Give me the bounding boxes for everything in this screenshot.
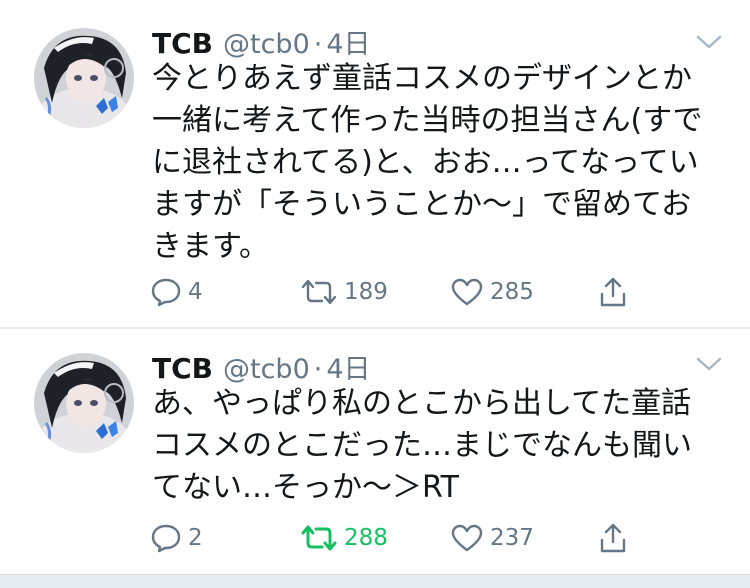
timeline-bottom-gap — [0, 574, 750, 588]
like-button[interactable]: 237 — [450, 520, 534, 556]
like-icon — [450, 277, 484, 307]
tweet-header: TCB @tcb0 · 4日 — [152, 347, 371, 385]
separator-dot: · — [313, 29, 323, 60]
like-count: 237 — [490, 525, 534, 551]
like-count: 285 — [490, 279, 534, 305]
share-icon — [598, 276, 628, 308]
share-button[interactable] — [598, 274, 628, 310]
tweet[interactable]: TCB @tcb0 · 4日 あ、やっぱり私のとこから出してた童話コスメのとこだ… — [0, 329, 750, 574]
share-icon — [598, 522, 628, 554]
share-button[interactable] — [598, 520, 628, 556]
timestamp[interactable]: 4日 — [326, 347, 370, 386]
like-button[interactable]: 285 — [450, 274, 534, 310]
retweet-count: 189 — [344, 279, 388, 305]
reply-count: 2 — [188, 525, 203, 551]
reply-icon — [150, 523, 182, 553]
chevron-down-icon[interactable] — [696, 34, 722, 50]
reply-icon — [150, 277, 182, 307]
user-handle[interactable]: @tcb0 — [223, 29, 310, 60]
reply-button[interactable]: 4 — [150, 274, 203, 310]
retweet-icon — [300, 277, 338, 307]
retweet-count: 288 — [344, 525, 388, 551]
chevron-down-icon[interactable] — [696, 356, 722, 372]
retweet-icon — [300, 523, 338, 553]
user-handle[interactable]: @tcb0 — [223, 354, 310, 385]
display-name[interactable]: TCB — [152, 27, 213, 60]
retweet-button[interactable]: 189 — [300, 274, 388, 310]
avatar[interactable] — [34, 353, 134, 453]
tweet-text: あ、やっぱり私のとこから出してた童話コスメのとこだった…まじでなんも聞いてない…… — [152, 386, 692, 505]
tweet[interactable]: TCB @tcb0 · 4日 今とりあえず童話コスメのデザインとか一緒に考えて作… — [0, 0, 750, 327]
timestamp[interactable]: 4日 — [326, 22, 370, 61]
reply-count: 4 — [188, 279, 203, 305]
tweet-text: 今とりあえず童話コスメのデザインとか一緒に考えて作った当時の担当さん(すでに退社… — [152, 61, 703, 264]
avatar[interactable] — [34, 28, 134, 128]
separator-dot: · — [313, 354, 323, 385]
reply-button[interactable]: 2 — [150, 520, 203, 556]
display-name[interactable]: TCB — [152, 352, 213, 385]
tweet-header: TCB @tcb0 · 4日 — [152, 22, 371, 60]
retweet-button[interactable]: 288 — [300, 520, 388, 556]
like-icon — [450, 523, 484, 553]
